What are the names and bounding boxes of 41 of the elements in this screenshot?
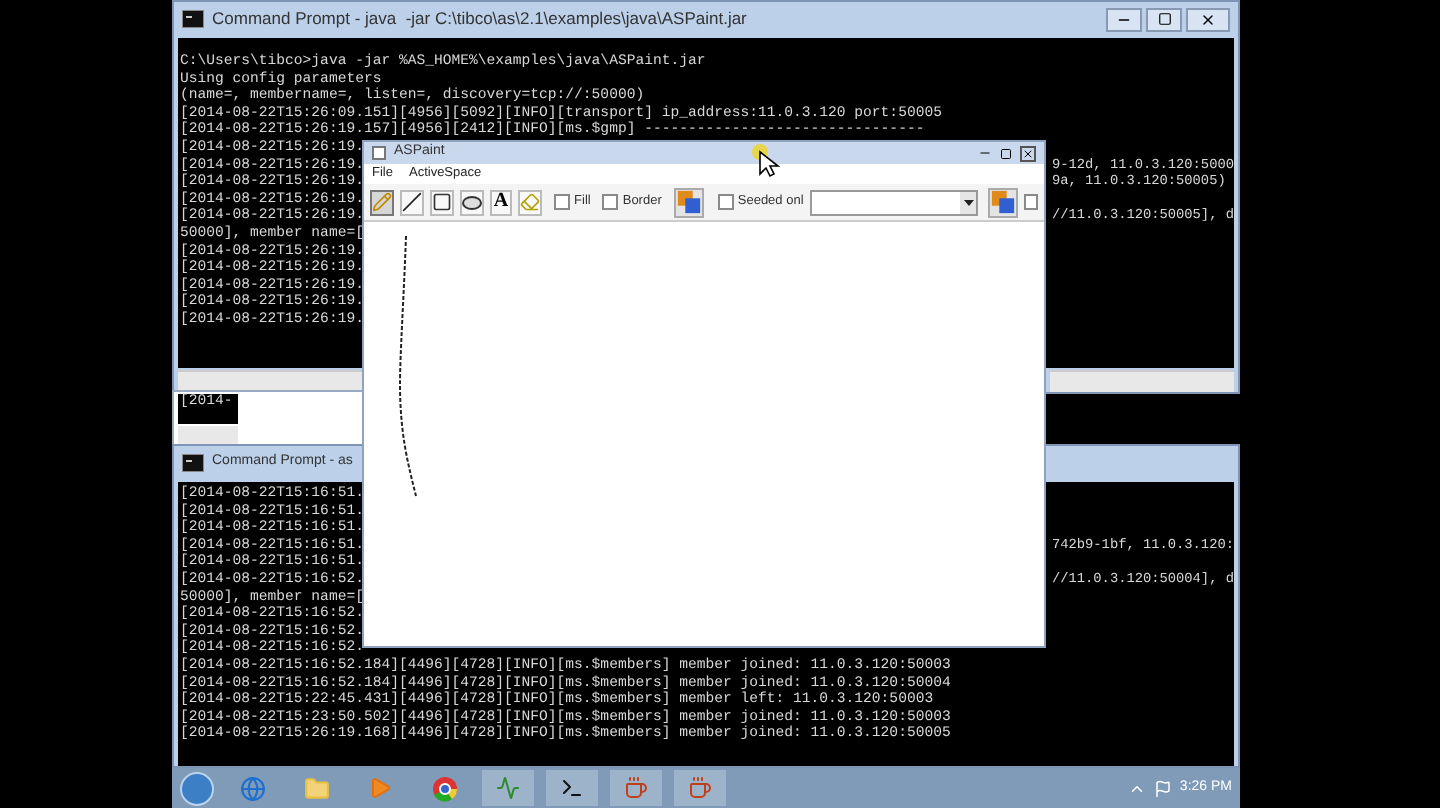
console-icon xyxy=(182,10,204,28)
close-icon xyxy=(1200,11,1216,27)
coffee-cup-icon[interactable] xyxy=(674,770,726,806)
checkbox[interactable] xyxy=(602,194,619,210)
horizontal-scrollbar[interactable] xyxy=(178,370,362,392)
caret-icon xyxy=(963,199,974,205)
checkbox[interactable] xyxy=(717,194,734,210)
oval-icon xyxy=(462,195,482,209)
tool-button[interactable] xyxy=(460,189,484,215)
dropdown-field[interactable] xyxy=(809,189,979,215)
monitor-app-icon[interactable] xyxy=(482,770,534,806)
terminal-icon[interactable] xyxy=(546,770,598,806)
tool-button[interactable] xyxy=(400,189,424,215)
flag-icon xyxy=(1153,779,1172,797)
close-icon xyxy=(1022,147,1034,159)
color-swatch-icon xyxy=(990,188,1017,216)
tool-button[interactable] xyxy=(430,189,454,215)
start-button[interactable] xyxy=(180,771,214,805)
maximize-icon xyxy=(1157,12,1171,26)
horizontal-scrollbar[interactable] xyxy=(178,426,238,444)
coffee-cup-icon[interactable] xyxy=(610,770,662,806)
close-button[interactable] xyxy=(1020,145,1036,161)
line-icon xyxy=(402,192,422,212)
color-button[interactable] xyxy=(673,187,704,217)
maximize-button[interactable] xyxy=(1146,7,1182,31)
color-swatch-icon xyxy=(675,188,702,216)
checkbox[interactable] xyxy=(1024,194,1038,210)
checkbox[interactable] xyxy=(554,194,571,210)
tool-button[interactable]: A xyxy=(490,189,513,215)
eraser-icon xyxy=(520,192,541,212)
window-title: Command Prompt - java -jar C:\tibco\as\2.1\examples\java\ASPaint.jar xyxy=(212,6,747,32)
console-icon xyxy=(182,454,204,472)
window-icon xyxy=(372,146,386,160)
color-button[interactable] xyxy=(988,187,1019,217)
pencil-icon xyxy=(372,192,392,212)
rectangle-icon xyxy=(432,192,452,212)
minimize-button[interactable] xyxy=(1106,7,1142,31)
minimize-icon xyxy=(977,146,991,160)
maximize-button[interactable] xyxy=(998,145,1014,161)
horizontal-scrollbar[interactable] xyxy=(1050,370,1234,392)
maximize-icon xyxy=(1000,147,1012,159)
